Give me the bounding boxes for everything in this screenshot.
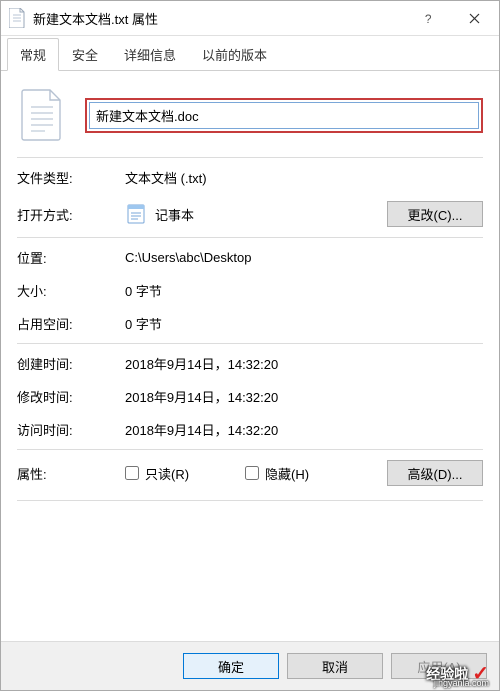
tab-security[interactable]: 安全 <box>59 38 111 71</box>
row-open-with: 打开方式: 记事本 更改(C)... <box>17 201 483 227</box>
row-attributes: 属性: 只读(R) 隐藏(H) 高级(D)... <box>17 460 483 486</box>
tab-content-general: 文件类型: 文本文档 (.txt) 打开方式: 记事本 <box>1 71 499 641</box>
dialog-footer: 确定 取消 应用(A) 经验啦 ✓ jingyanla.com <box>1 641 499 690</box>
hidden-checkbox-label[interactable]: 隐藏(H) <box>245 464 309 483</box>
label-size-on-disk: 占用空间: <box>17 314 125 333</box>
row-size-on-disk: 占用空间: 0 字节 <box>17 314 483 333</box>
readonly-text: 只读(R) <box>145 464 189 483</box>
tab-bar: 常规 安全 详细信息 以前的版本 <box>1 36 499 71</box>
readonly-checkbox[interactable] <box>125 466 139 480</box>
svg-text:?: ? <box>424 13 431 24</box>
value-location: C:\Users\abc\Desktop <box>125 250 483 265</box>
filename-row <box>17 83 483 155</box>
close-button[interactable] <box>451 3 497 33</box>
value-modified: 2018年9月14日，14:32:20 <box>125 387 483 406</box>
tab-general-label: 常规 <box>20 48 46 63</box>
row-accessed: 访问时间: 2018年9月14日，14:32:20 <box>17 420 483 439</box>
label-file-type: 文件类型: <box>17 168 125 187</box>
value-accessed: 2018年9月14日，14:32:20 <box>125 420 483 439</box>
value-open-with: 记事本 <box>155 205 194 224</box>
tab-general[interactable]: 常规 <box>7 38 59 71</box>
notepad-icon <box>125 203 147 225</box>
separator <box>17 500 483 501</box>
label-location: 位置: <box>17 248 125 267</box>
label-accessed: 访问时间: <box>17 420 125 439</box>
window-title: 新建文本文档.txt 属性 <box>33 9 405 28</box>
label-open-with: 打开方式: <box>17 205 125 224</box>
properties-dialog: 新建文本文档.txt 属性 ? 常规 安全 详细信息 以前的版本 <box>0 0 500 691</box>
tab-previous-label: 以前的版本 <box>202 48 267 63</box>
label-attributes: 属性: <box>17 464 125 483</box>
value-created: 2018年9月14日，14:32:20 <box>125 354 483 373</box>
row-size: 大小: 0 字节 <box>17 281 483 300</box>
separator <box>17 237 483 238</box>
tab-security-label: 安全 <box>72 48 98 63</box>
tab-previous-versions[interactable]: 以前的版本 <box>189 38 280 71</box>
value-size: 0 字节 <box>125 281 483 300</box>
value-size-on-disk: 0 字节 <box>125 314 483 333</box>
value-file-type: 文本文档 (.txt) <box>125 168 483 187</box>
titlebar: 新建文本文档.txt 属性 ? <box>1 1 499 36</box>
cancel-button[interactable]: 取消 <box>287 653 383 679</box>
row-modified: 修改时间: 2018年9月14日，14:32:20 <box>17 387 483 406</box>
watermark: 经验啦 ✓ jingyanla.com <box>426 661 489 686</box>
tab-details[interactable]: 详细信息 <box>111 38 189 71</box>
label-modified: 修改时间: <box>17 387 125 406</box>
label-size: 大小: <box>17 281 125 300</box>
readonly-checkbox-label[interactable]: 只读(R) <box>125 464 189 483</box>
filename-highlight <box>85 98 483 133</box>
row-location: 位置: C:\Users\abc\Desktop <box>17 248 483 267</box>
separator <box>17 157 483 158</box>
change-button[interactable]: 更改(C)... <box>387 201 483 227</box>
file-large-icon <box>21 89 63 141</box>
file-icon <box>9 8 25 28</box>
separator <box>17 343 483 344</box>
watermark-url: jingyanla.com <box>434 678 489 688</box>
help-button[interactable]: ? <box>405 3 451 33</box>
row-file-type: 文件类型: 文本文档 (.txt) <box>17 168 483 187</box>
tab-details-label: 详细信息 <box>124 48 176 63</box>
label-created: 创建时间: <box>17 354 125 373</box>
ok-button[interactable]: 确定 <box>183 653 279 679</box>
hidden-checkbox[interactable] <box>245 466 259 480</box>
advanced-button[interactable]: 高级(D)... <box>387 460 483 486</box>
hidden-text: 隐藏(H) <box>265 464 309 483</box>
row-created: 创建时间: 2018年9月14日，14:32:20 <box>17 354 483 373</box>
filename-input[interactable] <box>89 102 479 129</box>
separator <box>17 449 483 450</box>
